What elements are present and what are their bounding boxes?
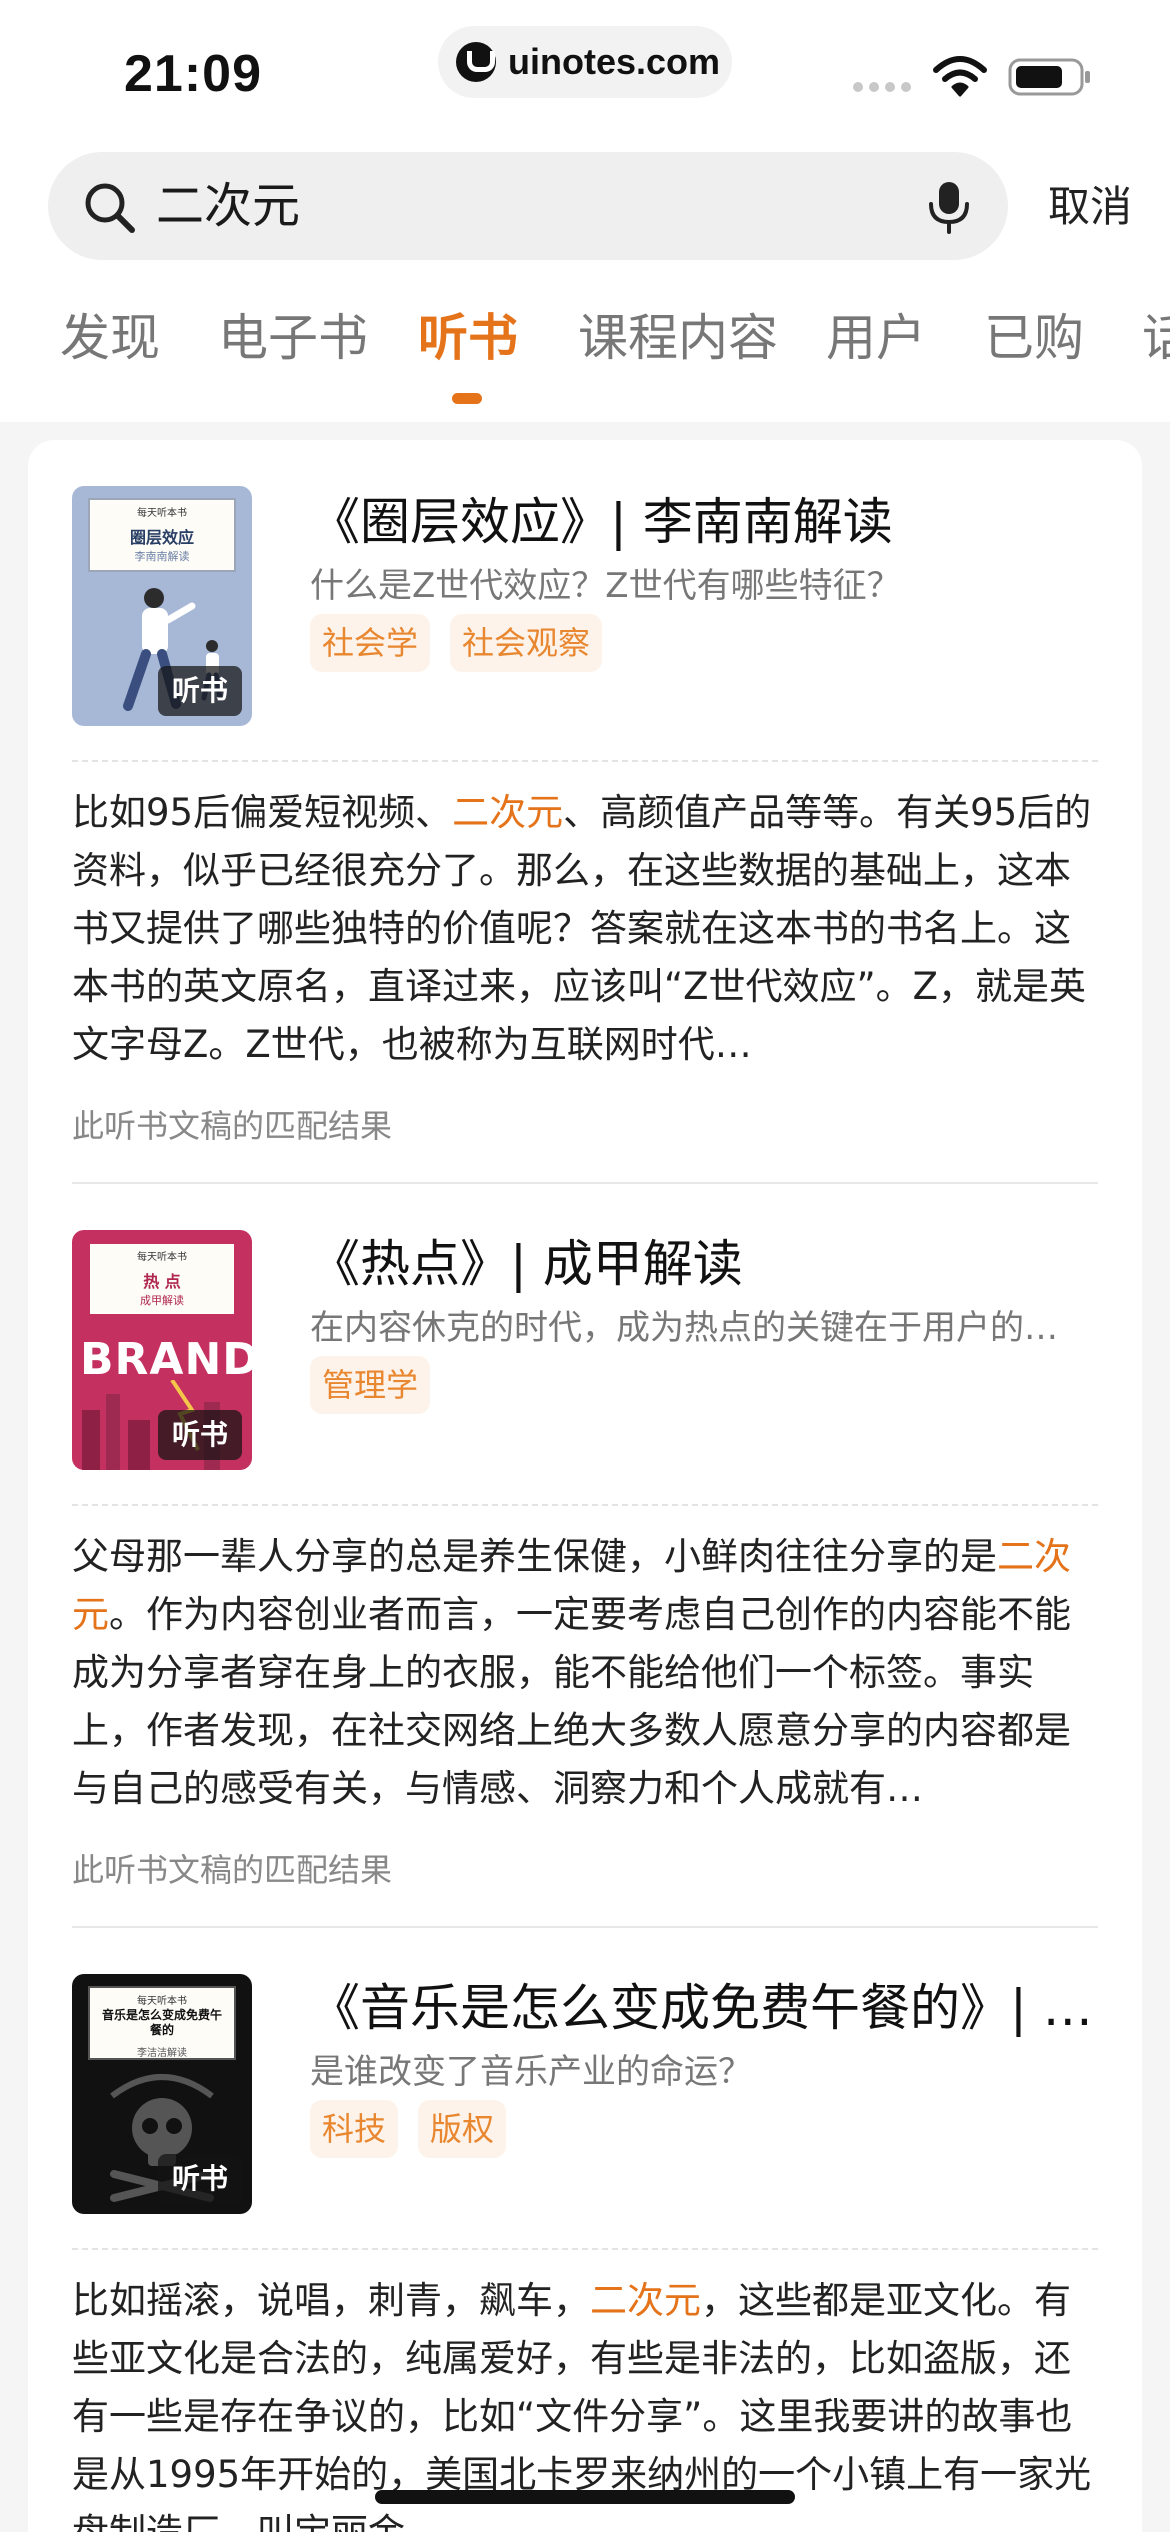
tag[interactable]: 社会观察 xyxy=(450,614,603,672)
excerpt-text: 父母那一辈人分享的总是养生保健，小鲜肉往往分享的是 xyxy=(72,1535,997,1578)
mic-icon[interactable] xyxy=(926,180,972,234)
divider-dashed xyxy=(72,760,1098,762)
book-cover[interactable]: 每天听本书 热 点 成甲解读 BRAND 听书 xyxy=(72,1230,252,1470)
home-indicator xyxy=(375,2490,795,2504)
result-title[interactable]: 《音乐是怎么变成免费午餐的》| 李… xyxy=(310,1976,1120,2040)
tab-active-indicator xyxy=(452,393,482,404)
cover-title: 圈层效应 xyxy=(129,528,194,547)
result-excerpt[interactable]: 比如95后偏爱短视频、二次元、高颜值产品等等。有关95后的资料，似乎已经很充分了… xyxy=(72,784,1096,1074)
divider xyxy=(72,1182,1098,1184)
audiobook-badge: 听书 xyxy=(157,2154,242,2204)
cover-banner: 每天听本书 热 点 成甲解读 xyxy=(88,1242,236,1316)
result-title[interactable]: 《热点》| 成甲解读 xyxy=(310,1232,1120,1296)
result-excerpt[interactable]: 父母那一辈人分享的总是养生保健，小鲜肉往往分享的是二次元。作为内容创业者而言，一… xyxy=(72,1528,1096,1818)
result-subtitle: 在内容休克的时代，成为热点的关键在于用户的… xyxy=(310,1308,1058,1348)
excerpt-highlight: 二次元 xyxy=(452,791,564,834)
cover-banner: 每天听本书 音乐是怎么变成免费午餐的 李洁洁解读 xyxy=(88,1986,236,2060)
tab-topic[interactable]: 话 xyxy=(1142,306,1170,370)
excerpt-text: 比如95后偏爱短视频、 xyxy=(72,791,453,834)
cover-author: 成甲解读 xyxy=(140,1294,184,1307)
battery-icon xyxy=(1008,58,1090,96)
book-cover[interactable]: 每天听本书 圈层效应 李南南解读 听书 xyxy=(72,486,252,726)
tab-ebook[interactable]: 电子书 xyxy=(218,306,368,370)
result-subtitle: 是谁改变了音乐产业的命运？ xyxy=(310,2052,752,2092)
search-box[interactable]: 二次元 xyxy=(48,152,1008,260)
match-note: 此听书文稿的匹配结果 xyxy=(72,1851,393,1889)
result-tags: 科技 版权 xyxy=(310,2100,507,2158)
site-logo-icon xyxy=(456,42,496,82)
signal-icon xyxy=(853,82,911,92)
cover-art-text: BRAND xyxy=(80,1334,252,1385)
excerpt-highlight: 二次元 xyxy=(590,2279,701,2322)
url-pill[interactable]: uinotes.com xyxy=(438,26,732,98)
cover-title: 热 点 xyxy=(143,1272,181,1291)
result-tags: 管理学 xyxy=(310,1356,431,1414)
cover-title: 音乐是怎么变成免费午餐的 xyxy=(101,2008,222,2037)
result-subtitle: 什么是Z世代效应？Z世代有哪些特征？ xyxy=(310,566,901,606)
tag[interactable]: 科技 xyxy=(310,2100,399,2158)
search-icon xyxy=(85,183,135,233)
tab-audiobook[interactable]: 听书 xyxy=(418,306,518,370)
results-card: 每天听本书 圈层效应 李南南解读 听书 《圈层效应》| 李南南解读 什么是Z世代… xyxy=(28,440,1142,2532)
cover-banner: 每天听本书 圈层效应 李南南解读 xyxy=(88,498,236,572)
divider-dashed xyxy=(72,2248,1098,2250)
cover-author: 李南南解读 xyxy=(134,550,190,563)
cover-series: 每天听本书 xyxy=(137,508,187,519)
tab-purchased[interactable]: 已购 xyxy=(984,306,1084,370)
wifi-icon xyxy=(933,56,987,97)
book-cover[interactable]: 每天听本书 音乐是怎么变成免费午餐的 李洁洁解读 听书 xyxy=(72,1974,252,2214)
audiobook-badge: 听书 xyxy=(157,666,242,716)
tag[interactable]: 管理学 xyxy=(310,1356,431,1414)
cover-series: 每天听本书 xyxy=(137,1252,187,1263)
url-text: uinotes.com xyxy=(508,41,721,82)
audiobook-badge: 听书 xyxy=(157,1410,242,1460)
cover-author: 李洁洁解读 xyxy=(137,2048,187,2059)
tab-course-content[interactable]: 课程内容 xyxy=(578,306,778,370)
tag[interactable]: 版权 xyxy=(418,2100,507,2158)
cancel-button[interactable]: 取消 xyxy=(1048,180,1132,234)
status-time: 21:09 xyxy=(124,45,262,103)
match-note: 此听书文稿的匹配结果 xyxy=(72,1107,393,1145)
tab-discover[interactable]: 发现 xyxy=(60,306,160,370)
tab-users[interactable]: 用户 xyxy=(826,306,926,370)
result-tags: 社会学 社会观察 xyxy=(310,614,603,672)
excerpt-text: 。作为内容创业者而言，一定要考虑自己创作的内容能不能成为分享者穿在身上的衣服，能… xyxy=(72,1593,1071,1810)
search-input[interactable]: 二次元 xyxy=(156,174,300,238)
divider-dashed xyxy=(72,1504,1098,1506)
cover-series: 每天听本书 xyxy=(137,1996,187,2007)
divider xyxy=(72,1926,1098,1928)
result-title[interactable]: 《圈层效应》| 李南南解读 xyxy=(310,490,1120,554)
tag[interactable]: 社会学 xyxy=(310,614,431,672)
excerpt-text: 比如摇滚，说唱，刺青，飙车， xyxy=(72,2279,590,2322)
